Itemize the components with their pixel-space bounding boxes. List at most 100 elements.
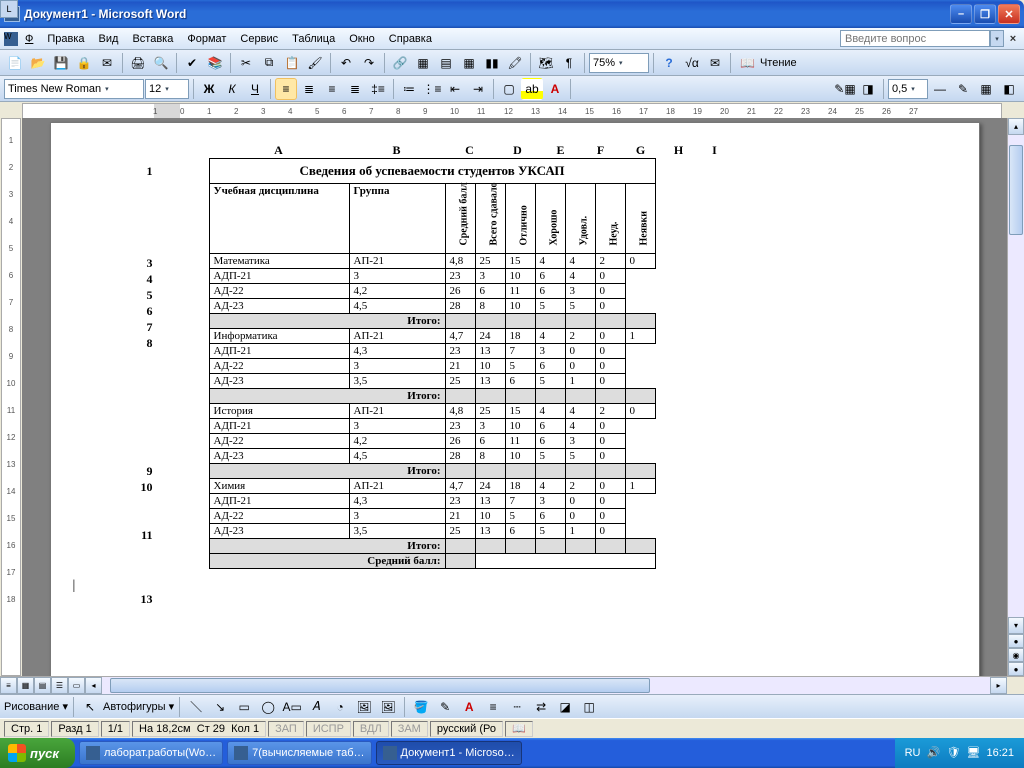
menu-file[interactable]: Ф — [18, 31, 40, 47]
highlight-button[interactable]: ab — [521, 78, 543, 100]
tray-shield-icon[interactable]: 🛡 — [946, 746, 960, 760]
prev-page-button[interactable]: ● — [1008, 634, 1024, 648]
align-left-button[interactable]: ≡ — [275, 78, 297, 100]
tray-clock[interactable]: 16:21 — [986, 747, 1014, 759]
status-ovr[interactable]: ЗАМ — [391, 721, 428, 737]
menu-insert[interactable]: Вставка — [125, 31, 180, 47]
normal-view-button[interactable]: ≡ — [0, 677, 17, 694]
format-painter-button[interactable]: 🖌 — [304, 52, 326, 74]
tables-borders-button[interactable]: ▦ — [412, 52, 434, 74]
rectangle-tool[interactable]: ▭ — [233, 696, 255, 718]
scroll-track[interactable] — [1008, 135, 1024, 617]
paste-button[interactable]: 📋 — [281, 52, 303, 74]
system-tray[interactable]: RU 🔊 🛡 🖥 16:21 — [895, 738, 1024, 768]
taskbar-item[interactable]: Документ1 - Microso… — [376, 741, 522, 765]
menu-window[interactable]: Окно — [342, 31, 382, 47]
cut-button[interactable]: ✂ — [235, 52, 257, 74]
ask-question-input[interactable] — [840, 30, 990, 47]
print-view-button[interactable]: ▤ — [34, 677, 51, 694]
doc-close-button[interactable]: × — [1006, 30, 1020, 47]
eraser-button[interactable]: ◨ — [857, 78, 879, 100]
vertical-ruler[interactable]: 123456789101112131415161718 — [1, 118, 21, 676]
menu-tools[interactable]: Сервис — [233, 31, 285, 47]
email-button[interactable]: ✉ — [96, 52, 118, 74]
italic-button[interactable]: К — [221, 78, 243, 100]
document-area[interactable]: ABCDEFGHI 13456789101113 Сведения об усп… — [22, 118, 1007, 676]
arrow-tool[interactable]: ↘ — [209, 696, 231, 718]
hscroll-track[interactable] — [102, 677, 990, 694]
status-trk[interactable]: ИСПР — [306, 721, 351, 737]
insert-table-button[interactable]: ▤ — [435, 52, 457, 74]
status-spellcheck-icon[interactable]: 📖 — [505, 721, 533, 737]
bold-button[interactable]: Ж — [198, 78, 220, 100]
underline-button[interactable]: Ч — [244, 78, 266, 100]
save-button[interactable]: 💾 — [50, 52, 72, 74]
undo-button[interactable]: ↶ — [335, 52, 357, 74]
zoom-combo[interactable]: 75%▾ — [589, 53, 649, 73]
columns-button[interactable]: ▮▮ — [481, 52, 503, 74]
shadow-button[interactable]: ◪ — [554, 696, 576, 718]
menu-help[interactable]: Справка — [382, 31, 439, 47]
hscroll-thumb[interactable] — [110, 678, 650, 693]
research-button[interactable]: 📚 — [204, 52, 226, 74]
wordart-tool[interactable]: 𝐴 — [305, 696, 327, 718]
doc-map-button[interactable]: 🗺 — [535, 52, 557, 74]
minimize-button[interactable]: – — [950, 4, 972, 24]
start-button[interactable]: пуск — [0, 738, 75, 768]
permission-button[interactable]: 🔒 — [73, 52, 95, 74]
arrow-style-button[interactable]: ⇄ — [530, 696, 552, 718]
copy-button[interactable]: ⧉ — [258, 52, 280, 74]
vertical-scrollbar[interactable]: ▴ ▾ ● ◉ ● — [1007, 118, 1024, 676]
fill-color-button[interactable]: 🪣 — [410, 696, 432, 718]
bulleted-list-button[interactable]: ⋮≡ — [421, 78, 443, 100]
font-size-combo[interactable]: 12▾ — [145, 79, 189, 99]
line-weight-combo[interactable]: 0,5▾ — [888, 79, 928, 99]
line-spacing-button[interactable]: ‡≡ — [367, 78, 389, 100]
show-marks-button[interactable]: ¶ — [558, 52, 580, 74]
reading-view-button[interactable]: ▭ — [68, 677, 85, 694]
browse-object-button[interactable]: ◉ — [1008, 648, 1024, 662]
ask-dropdown[interactable]: ▾ — [990, 30, 1004, 47]
envelope-button[interactable]: ✉ — [704, 52, 726, 74]
status-lang[interactable]: русский (Ро — [430, 721, 503, 737]
print-button[interactable]: 🖨 — [127, 52, 149, 74]
tray-volume-icon[interactable]: 🔊 — [926, 746, 940, 760]
taskbar-item[interactable]: лаборат.работы(Wo… — [79, 741, 223, 765]
align-right-button[interactable]: ≡ — [321, 78, 343, 100]
outside-border-button[interactable]: ▢ — [498, 78, 520, 100]
draw-font-color-button[interactable]: A — [458, 696, 480, 718]
diagram-tool[interactable]: ◔ — [329, 696, 351, 718]
align-center-button[interactable]: ≣ — [298, 78, 320, 100]
menu-table[interactable]: Таблица — [285, 31, 342, 47]
clipart-tool[interactable]: 🖼 — [353, 696, 375, 718]
line-style-button[interactable]: — — [929, 78, 951, 100]
scroll-down-button[interactable]: ▾ — [1008, 617, 1024, 634]
scroll-thumb[interactable] — [1009, 145, 1023, 235]
reading-layout-button[interactable]: 📖 Чтение — [735, 52, 807, 74]
decrease-indent-button[interactable]: ⇤ — [444, 78, 466, 100]
hyperlink-button[interactable]: 🔗 — [389, 52, 411, 74]
font-color-button[interactable]: A — [544, 78, 566, 100]
spell-check-button[interactable]: ✔ — [181, 52, 203, 74]
close-button[interactable]: ✕ — [998, 4, 1020, 24]
new-doc-button[interactable]: 📄 — [4, 52, 26, 74]
shading-button[interactable]: ◧ — [998, 78, 1020, 100]
pen-color-button[interactable]: ✎ — [952, 78, 974, 100]
oval-tool[interactable]: ◯ — [257, 696, 279, 718]
3d-button[interactable]: ◫ — [578, 696, 600, 718]
status-ext[interactable]: ВДЛ — [353, 721, 389, 737]
maximize-button[interactable]: ❐ — [974, 4, 996, 24]
line-tool[interactable]: ＼ — [185, 696, 207, 718]
menu-edit[interactable]: Правка — [40, 31, 91, 47]
dash-style-button[interactable]: ┄ — [506, 696, 528, 718]
excel-button[interactable]: ▦ — [458, 52, 480, 74]
print-preview-button[interactable]: 🔍 — [150, 52, 172, 74]
tab-selector[interactable]: L — [0, 0, 18, 18]
web-view-button[interactable]: ▦ — [17, 677, 34, 694]
border-button[interactable]: ▦ — [975, 78, 997, 100]
draw-table-button[interactable]: ✎▦ — [834, 78, 856, 100]
increase-indent-button[interactable]: ⇥ — [467, 78, 489, 100]
equation-button[interactable]: √α — [681, 52, 703, 74]
menu-format[interactable]: Формат — [180, 31, 233, 47]
drawing-button[interactable]: 🖍 — [504, 52, 526, 74]
